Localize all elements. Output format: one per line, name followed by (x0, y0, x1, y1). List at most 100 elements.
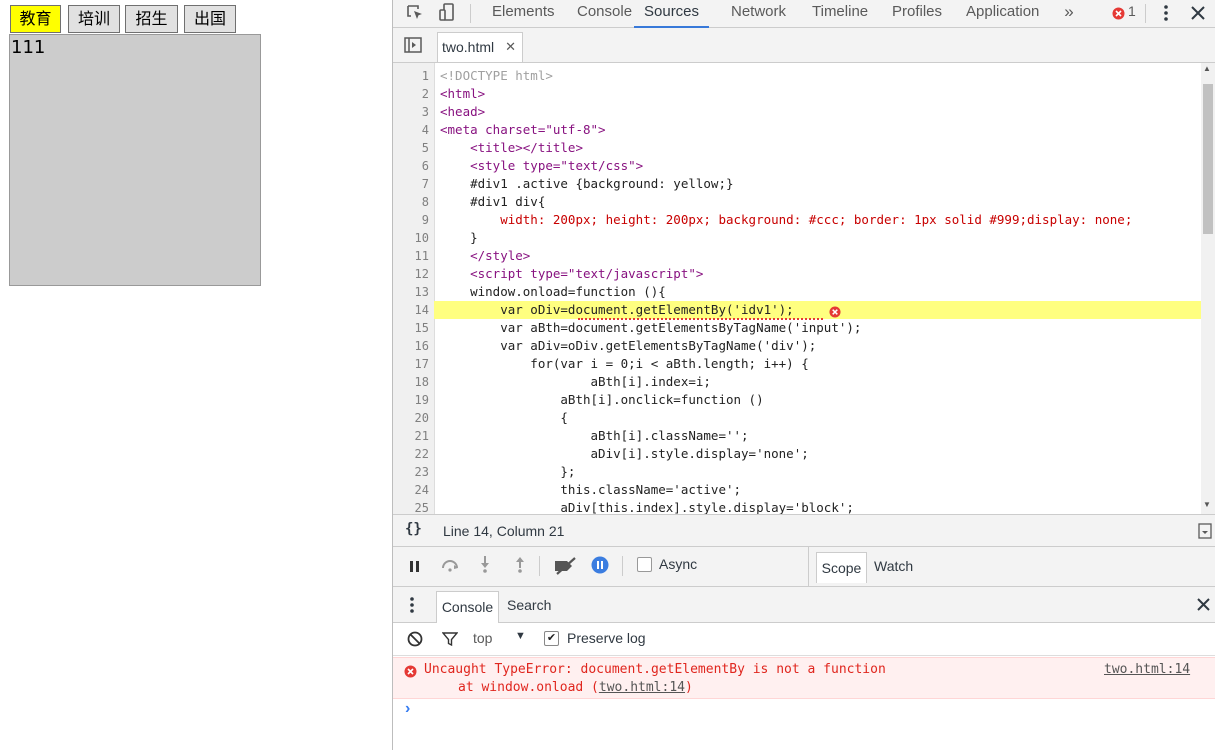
step-out-icon[interactable] (512, 555, 528, 575)
file-tab-two-html[interactable]: two.html ✕ (437, 32, 523, 62)
code-line: <!DOCTYPE html> (440, 68, 553, 83)
error-count[interactable]: 1 (1128, 3, 1136, 19)
close-file-icon[interactable]: ✕ (505, 33, 516, 61)
error-stack-link[interactable]: two.html:14 (599, 680, 685, 695)
line-number[interactable]: 20 (393, 409, 429, 427)
tab-network[interactable]: Network (731, 0, 786, 27)
content-panel: 111 (9, 34, 261, 286)
editor-scrollbar-thumb[interactable] (1203, 84, 1213, 234)
code-line: aBth[i].className=''; (440, 428, 749, 443)
filter-icon[interactable] (440, 629, 460, 649)
line-number[interactable]: 24 (393, 481, 429, 499)
tab-timeline[interactable]: Timeline (812, 0, 868, 27)
drawer-tab-console[interactable]: Console (436, 591, 499, 623)
line-number[interactable]: 21 (393, 427, 429, 445)
console-toolbar: top ▼ ✔ Preserve log (393, 623, 1215, 656)
console-prompt[interactable]: › (405, 700, 410, 718)
line-number[interactable]: 19 (393, 391, 429, 409)
inspect-element-icon[interactable] (405, 2, 425, 24)
code-line: aDiv[i].style.display='none'; (440, 446, 809, 461)
tab-console[interactable]: Console (577, 0, 632, 27)
line-number[interactable]: 2 (393, 85, 429, 103)
line-number[interactable]: 8 (393, 193, 429, 211)
async-checkbox[interactable] (637, 557, 652, 572)
error-squiggle (578, 315, 823, 320)
toggle-navigator-icon[interactable] (403, 35, 423, 55)
page-viewport: 教育 培训 招生 出国 111 (0, 0, 392, 750)
line-number[interactable]: 7 (393, 175, 429, 193)
toolbar-separator (1145, 4, 1146, 23)
step-over-icon[interactable] (439, 556, 461, 574)
tab-watch[interactable]: Watch (874, 558, 913, 574)
button-peixun[interactable]: 培训 (68, 5, 120, 33)
line-number[interactable]: 11 (393, 247, 429, 265)
toggle-debugger-sidebar-icon[interactable] (1197, 522, 1213, 540)
code-line: <meta charset="utf-8"> (440, 122, 606, 137)
line-number[interactable]: 18 (393, 373, 429, 391)
error-source-link[interactable]: two.html:14 (1104, 662, 1190, 677)
line-number[interactable]: 1 (393, 67, 429, 85)
console-error-message: Uncaught TypeError: document.getElementB… (393, 657, 1215, 699)
code-line: }; (440, 464, 576, 479)
button-jiaoyu[interactable]: 教育 (10, 5, 61, 33)
line-number[interactable]: 6 (393, 157, 429, 175)
code-line: this.className='active'; (440, 482, 742, 497)
code-editor[interactable]: 1 <!DOCTYPE html> 2 <html> 3 <head> 4 <meta cha… (393, 63, 1201, 514)
preserve-log-checkbox[interactable]: ✔ (544, 631, 559, 646)
scroll-down-icon[interactable]: ▼ (1203, 500, 1211, 509)
code-line: #div1 div{ (440, 194, 546, 209)
error-stack-suffix: ) (684, 680, 693, 695)
drawer-menu-icon[interactable] (408, 595, 416, 615)
line-number[interactable]: 25 (393, 499, 429, 514)
customize-menu-icon[interactable] (1158, 2, 1174, 24)
tab-scope[interactable]: Scope (816, 552, 867, 583)
line-number[interactable]: 3 (393, 103, 429, 121)
code-line: <script type="text/javascript"> (440, 266, 704, 281)
line-number[interactable]: 9 (393, 211, 429, 229)
error-indicator-icon[interactable] (1111, 3, 1126, 23)
editor-statusbar: {} Line 14, Column 21 (393, 514, 1215, 547)
tab-application[interactable]: Application (966, 0, 1039, 27)
line-error-icon[interactable] (829, 305, 841, 318)
deactivate-breakpoints-icon[interactable] (552, 555, 578, 577)
line-number[interactable]: 16 (393, 337, 429, 355)
line-number[interactable]: 13 (393, 283, 429, 301)
line-number[interactable]: 15 (393, 319, 429, 337)
tab-profiles[interactable]: Profiles (892, 0, 942, 27)
line-number[interactable]: 12 (393, 265, 429, 283)
tab-elements[interactable]: Elements (492, 0, 555, 27)
close-devtools-icon[interactable] (1189, 2, 1207, 24)
debugger-toolbar: Async Scope Watch (393, 547, 1215, 587)
context-dropdown-icon[interactable]: ▼ (515, 630, 526, 642)
code-line: var aBth=document.getElementsByTagName('… (440, 320, 862, 335)
pause-icon[interactable] (407, 557, 423, 575)
devtools-toolbar: Elements Console Sources Network Timelin… (393, 0, 1215, 28)
tab-sources[interactable]: Sources (634, 0, 710, 28)
pause-on-exceptions-icon[interactable] (590, 555, 610, 575)
error-stack: at window.onload (two.html:14) (458, 680, 693, 695)
code-line: { (440, 410, 568, 425)
scroll-up-icon[interactable]: ▲ (1203, 64, 1211, 73)
file-tab-label: two.html (442, 39, 495, 55)
code-line: width: 200px; height: 200px; background:… (440, 212, 1133, 227)
clear-console-icon[interactable] (405, 629, 425, 649)
button-chuguo[interactable]: 出国 (184, 5, 236, 33)
step-into-icon[interactable] (477, 555, 493, 575)
pretty-print-icon[interactable]: {} (405, 521, 422, 537)
line-number[interactable]: 10 (393, 229, 429, 247)
context-selector[interactable]: top (473, 630, 492, 646)
line-number[interactable]: 14 (393, 301, 429, 319)
line-number[interactable]: 23 (393, 463, 429, 481)
line-number[interactable]: 4 (393, 121, 429, 139)
button-zhaosheng[interactable]: 招生 (125, 5, 178, 33)
close-drawer-icon[interactable] (1195, 595, 1211, 613)
drawer-tab-search[interactable]: Search (507, 597, 551, 613)
code-line: </style> (440, 248, 531, 263)
line-number[interactable]: 5 (393, 139, 429, 157)
line-number[interactable]: 17 (393, 355, 429, 373)
device-mode-icon[interactable] (437, 2, 457, 24)
code-line: aBth[i].onclick=function () (440, 392, 764, 407)
code-line: } (440, 230, 478, 245)
line-number[interactable]: 22 (393, 445, 429, 463)
more-tabs-icon[interactable]: » (1061, 1, 1077, 23)
